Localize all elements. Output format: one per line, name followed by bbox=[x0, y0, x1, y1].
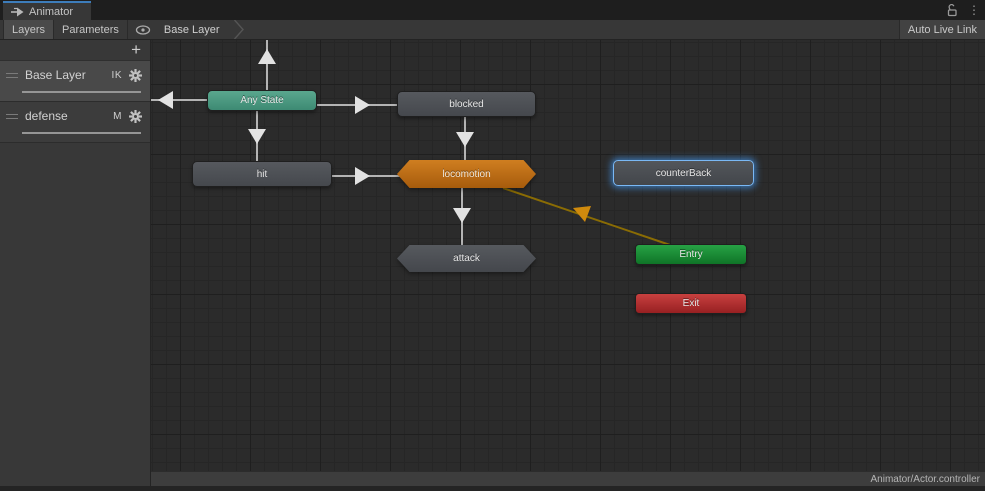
eye-icon bbox=[135, 24, 151, 35]
state-node-entry[interactable]: Entry bbox=[635, 244, 747, 265]
layer-row-defense[interactable]: defense M bbox=[0, 102, 150, 143]
tab-bar: Animator ⋮ bbox=[0, 0, 985, 20]
transition-anystate-hit[interactable] bbox=[248, 110, 266, 162]
layer-name: Base Layer bbox=[25, 68, 86, 82]
status-bar: Animator/Actor.controller bbox=[151, 471, 985, 486]
toolbar: Layers Parameters Base Layer Auto Live L… bbox=[0, 20, 985, 40]
state-node-blocked[interactable]: blocked bbox=[397, 91, 536, 117]
state-label: Exit bbox=[682, 298, 700, 309]
state-node-attack[interactable]: attack bbox=[397, 245, 536, 272]
layer-ik-badge: IK bbox=[111, 69, 122, 81]
state-label: attack bbox=[453, 253, 480, 264]
tab-title: Animator bbox=[29, 5, 74, 18]
kebab-menu-icon[interactable]: ⋮ bbox=[967, 2, 981, 18]
state-label: hit bbox=[256, 168, 268, 180]
state-node-hit[interactable]: hit bbox=[192, 161, 332, 187]
gear-icon[interactable] bbox=[129, 109, 142, 123]
state-node-counterback[interactable]: counterBack bbox=[613, 160, 754, 186]
transition-locomotion-attack[interactable] bbox=[453, 188, 471, 246]
transition-anystate-left[interactable] bbox=[151, 91, 208, 109]
transition-anystate-up[interactable] bbox=[258, 40, 276, 91]
state-label: blocked bbox=[449, 98, 484, 110]
layer-name: defense bbox=[25, 109, 68, 123]
auto-live-link-label: Auto Live Link bbox=[907, 23, 977, 36]
animator-window: Animator ⋮ Layers Parameters Base Layer … bbox=[0, 0, 985, 491]
breadcrumb[interactable]: Base Layer bbox=[158, 20, 244, 39]
breadcrumb-label: Base Layer bbox=[163, 23, 220, 36]
gear-icon[interactable] bbox=[129, 68, 142, 82]
state-node-locomotion[interactable]: locomotion bbox=[397, 160, 536, 188]
transition-hit-locomotion[interactable] bbox=[332, 167, 401, 185]
state-label: Entry bbox=[679, 249, 703, 260]
state-label: locomotion bbox=[442, 168, 491, 180]
tab-parameters[interactable]: Parameters bbox=[54, 20, 128, 39]
state-node-exit[interactable]: Exit bbox=[635, 293, 747, 314]
state-machine-canvas[interactable]: Any State blocked hit locomotion counter… bbox=[151, 40, 985, 471]
transition-blocked-locomotion[interactable] bbox=[456, 117, 474, 164]
visibility-toggle[interactable] bbox=[128, 20, 158, 39]
layers-sidebar: + Base Layer IK defense M bbox=[0, 40, 151, 486]
parameters-label: Parameters bbox=[62, 23, 119, 36]
state-label: Any State bbox=[240, 95, 284, 106]
state-node-any-state[interactable]: Any State bbox=[207, 90, 317, 111]
tab-layers[interactable]: Layers bbox=[3, 20, 55, 39]
layer-row-base-layer[interactable]: Base Layer IK bbox=[0, 61, 150, 102]
breadcrumb-chevron-icon bbox=[233, 20, 244, 39]
drag-handle-icon[interactable] bbox=[6, 72, 18, 78]
auto-live-link-button[interactable]: Auto Live Link bbox=[898, 20, 985, 39]
add-layer-button[interactable]: + bbox=[131, 41, 141, 58]
controller-path-label: Animator/Actor.controller bbox=[870, 473, 981, 485]
animator-icon bbox=[10, 4, 24, 20]
window-bottom-edge bbox=[0, 486, 985, 491]
layer-weight-slider[interactable] bbox=[22, 91, 141, 93]
drag-handle-icon[interactable] bbox=[6, 113, 18, 119]
layers-label: Layers bbox=[12, 23, 46, 36]
transition-anystate-blocked[interactable] bbox=[317, 96, 398, 114]
layer-mask-badge: M bbox=[113, 110, 122, 122]
layer-weight-slider[interactable] bbox=[22, 132, 141, 134]
state-label: counterBack bbox=[655, 167, 712, 179]
unlock-icon[interactable] bbox=[945, 2, 959, 18]
transition-entry-locomotion[interactable] bbox=[502, 187, 674, 247]
tab-animator[interactable]: Animator bbox=[3, 1, 91, 20]
